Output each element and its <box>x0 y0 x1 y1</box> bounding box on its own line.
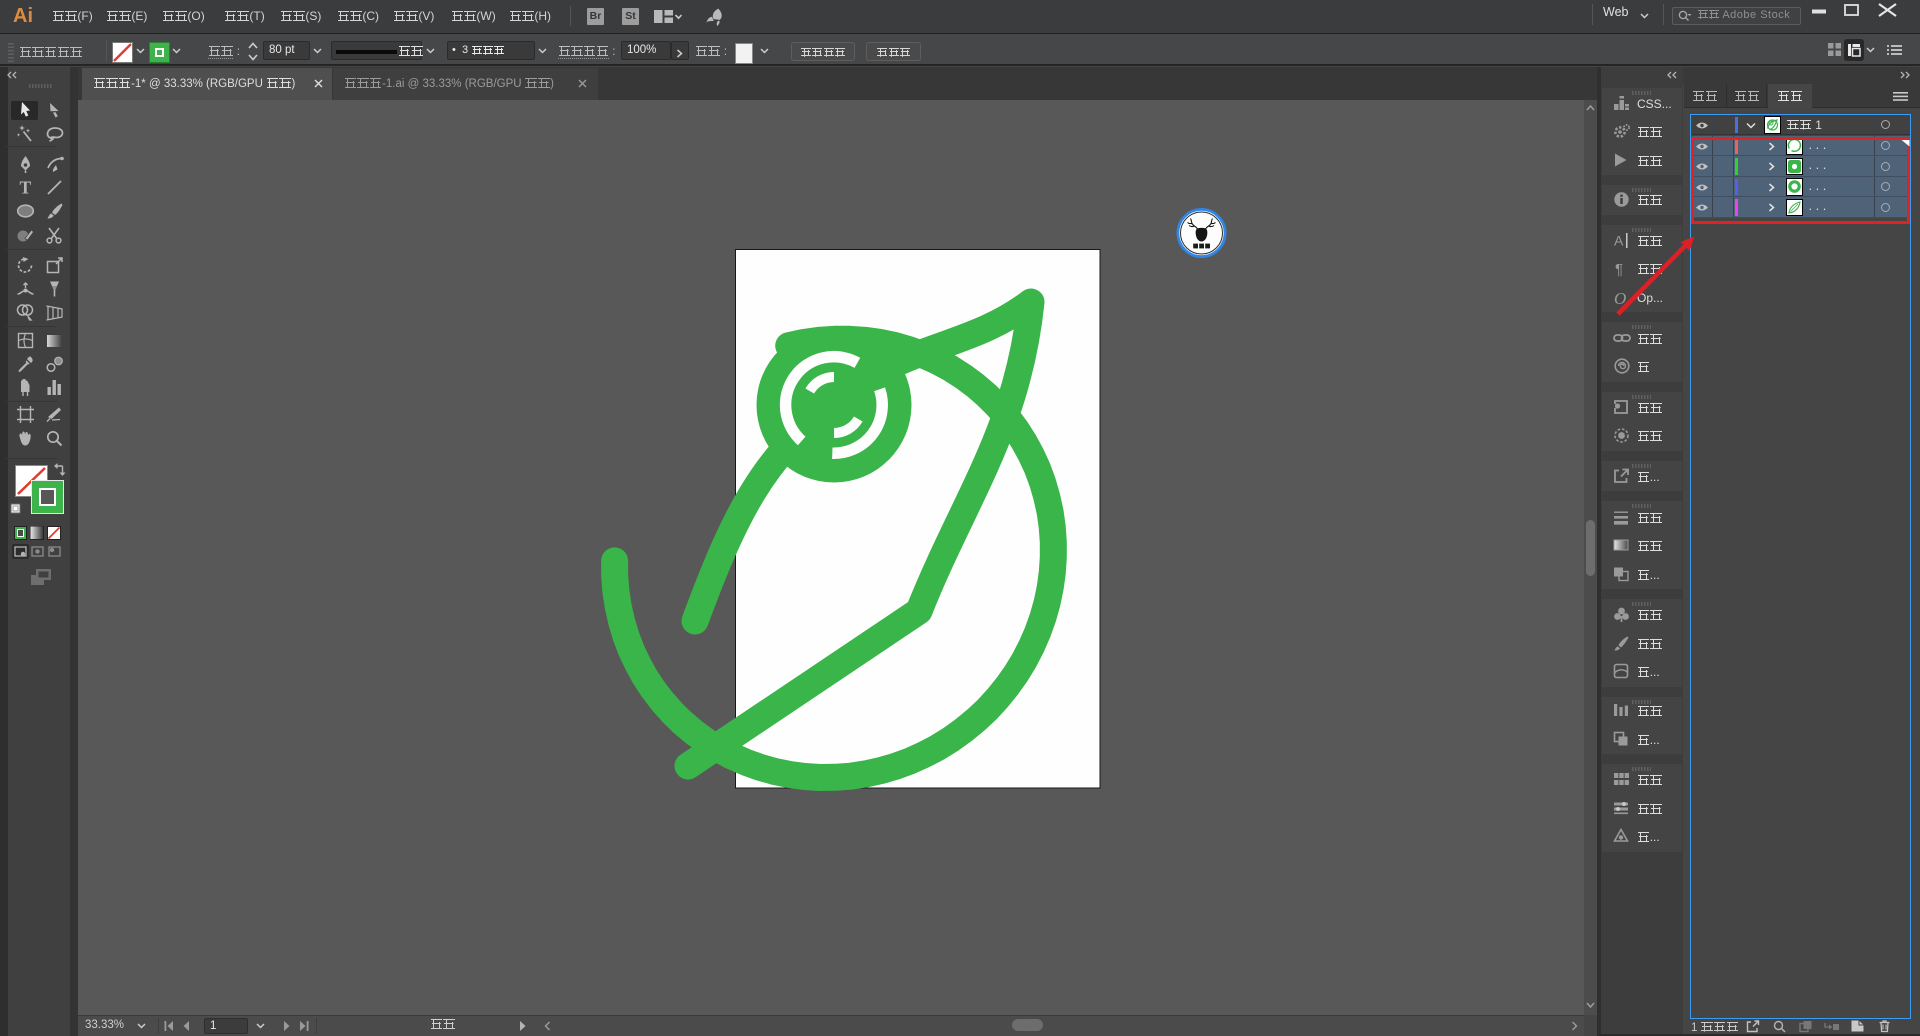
svg-text:T: T <box>20 178 32 196</box>
